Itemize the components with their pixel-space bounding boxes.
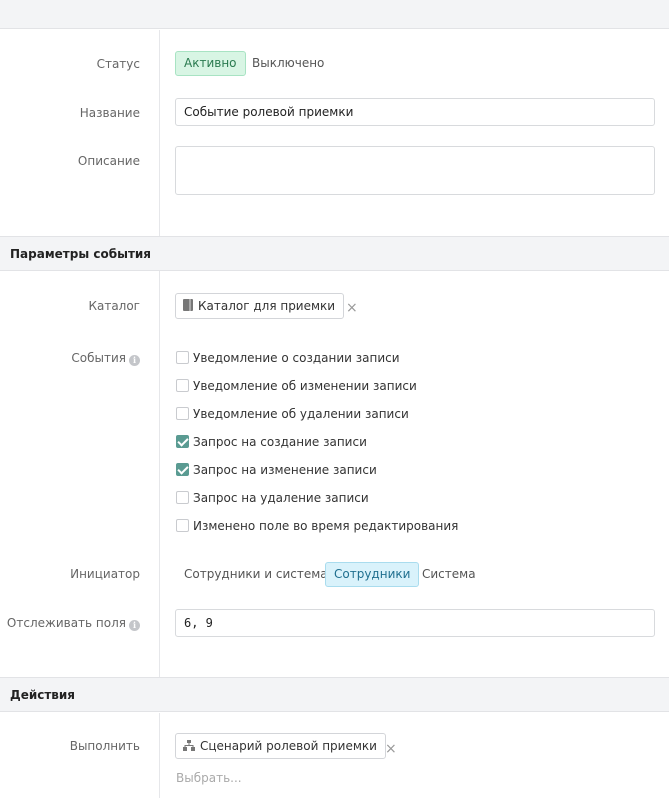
event-checkbox-label: Уведомление о создании записи — [193, 351, 400, 365]
event-checkbox-row[interactable]: Запрос на создание записи — [176, 435, 367, 451]
event-checkbox-label: Уведомление об изменении записи — [193, 379, 417, 393]
checkbox[interactable] — [176, 491, 189, 504]
status-off-option[interactable]: Выключено — [243, 51, 333, 76]
checkbox-checked[interactable] — [176, 435, 189, 448]
remove-catalog-icon[interactable]: × — [346, 301, 358, 315]
catalog-label: Каталог — [88, 299, 140, 313]
checkbox[interactable] — [176, 407, 189, 420]
initiator-option-all[interactable]: Сотрудники и система — [175, 562, 337, 587]
scenario-chip[interactable]: Сценарий ролевой приемки — [175, 733, 386, 759]
scenario-chip-label: Сценарий ролевой приемки — [200, 739, 377, 753]
event-checkbox-label: Уведомление об удалении записи — [193, 407, 409, 421]
event-checkbox-label: Запрос на удаление записи — [193, 491, 369, 505]
execute-label: Выполнить — [69, 739, 140, 753]
events-label-text: События — [71, 351, 126, 365]
event-checkbox-label: Запрос на изменение записи — [193, 463, 377, 477]
book-icon — [183, 299, 193, 311]
checkbox[interactable] — [176, 351, 189, 364]
name-label: Название — [79, 106, 140, 120]
initiator-option-employees[interactable]: Сотрудники — [325, 562, 420, 587]
info-icon[interactable]: i — [129, 355, 140, 366]
checkbox[interactable] — [176, 379, 189, 392]
event-checkbox-row[interactable]: Уведомление об удалении записи — [176, 407, 409, 423]
catalog-chip[interactable]: Каталог для приемки — [175, 293, 345, 319]
catalog-chip-label: Каталог для приемки — [198, 299, 336, 313]
track-fields-label: Отслеживать поля i — [7, 616, 140, 631]
event-checkbox-row[interactable]: Запрос на удаление записи — [176, 491, 369, 507]
event-checkbox-row[interactable]: Запрос на изменение записи — [176, 463, 377, 479]
top-bar — [0, 0, 669, 29]
events-label: События i — [71, 351, 140, 366]
initiator-label: Инициатор — [70, 567, 140, 581]
checkbox-checked[interactable] — [176, 463, 189, 476]
label-column — [0, 713, 160, 798]
initiator-option-system[interactable]: Система — [413, 562, 485, 587]
section-event-params: Параметры события — [0, 236, 669, 271]
checkbox[interactable] — [176, 519, 189, 532]
track-fields-input[interactable]: 6, 9 — [175, 609, 655, 637]
description-textarea[interactable] — [175, 146, 655, 195]
event-checkbox-row[interactable]: Уведомление об изменении записи — [176, 379, 417, 395]
track-fields-label-text: Отслеживать поля — [6, 616, 126, 630]
event-checkbox-row[interactable]: Изменено поле во время редактирования — [176, 519, 458, 535]
select-action-link[interactable]: Выбрать... — [176, 771, 242, 785]
status-active-option[interactable]: Активно — [175, 51, 246, 76]
event-checkbox-label: Запрос на создание записи — [193, 435, 367, 449]
status-label: Статус — [96, 57, 140, 71]
remove-scenario-icon[interactable]: × — [385, 742, 397, 756]
hierarchy-icon — [183, 740, 195, 751]
description-label: Описание — [77, 154, 140, 168]
name-input[interactable]: Событие ролевой приемки — [175, 98, 655, 126]
event-checkbox-row[interactable]: Уведомление о создании записи — [176, 351, 400, 367]
section-actions: Действия — [0, 677, 669, 712]
event-checkbox-label: Изменено поле во время редактирования — [193, 519, 459, 533]
info-icon[interactable]: i — [129, 620, 140, 631]
